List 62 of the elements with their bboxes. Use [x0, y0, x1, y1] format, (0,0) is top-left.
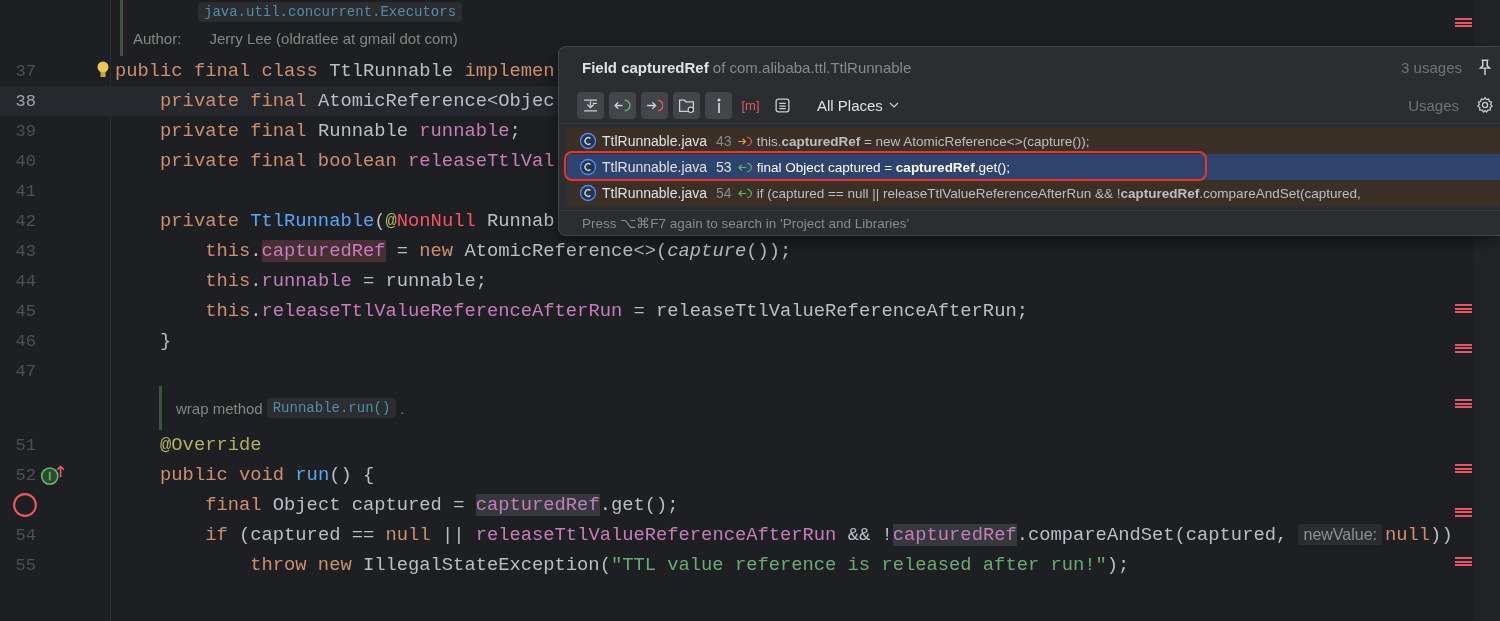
file-name: TtlRunnable.java — [602, 133, 708, 149]
settings-icon[interactable] — [1476, 96, 1494, 114]
code-line: private TtlRunnable(@NonNull Runnab — [159, 210, 555, 232]
code-line: private final Runnable runnable; — [159, 120, 521, 142]
popup-title: Field capturedRef of com.alibaba.ttl.TtlRunnable — [582, 58, 912, 76]
error-stripe-mark[interactable] — [1455, 344, 1472, 353]
error-stripe-mark[interactable] — [1455, 557, 1472, 566]
error-stripe-mark[interactable] — [1455, 18, 1472, 27]
code-line: public final class TtlRunnable implemen — [115, 60, 555, 82]
folder-filter-button[interactable] — [673, 91, 700, 119]
usage-row[interactable]: TtlRunnable.java 53 final Object captured = capturedRef.get(); — [567, 154, 1500, 180]
search-hint: Press ⌥⌘F7 again to search in 'Project and Libraries' — [582, 215, 910, 231]
code-line: } — [159, 330, 172, 352]
scope-dropdown[interactable]: All Places — [813, 93, 903, 117]
code-line: this.runnable = runnable; — [204, 270, 487, 292]
info-filter-button[interactable] — [705, 91, 732, 119]
error-stripe-mark[interactable] — [1455, 508, 1472, 517]
error-stripe-mark[interactable] — [1455, 399, 1472, 408]
method-filter-button[interactable]: [m] — [737, 91, 764, 119]
line-number: 43 — [716, 133, 732, 149]
code-line: private final boolean releaseTtlVal — [159, 150, 555, 172]
usage-code: this.capturedRef = new AtomicReference<>(capture()); — [756, 133, 1090, 149]
class-icon — [579, 184, 597, 202]
file-name: TtlRunnable.java — [602, 159, 708, 175]
code-line: final Object captured = capturedRef.get(); — [204, 494, 679, 516]
error-stripe-mark[interactable] — [1455, 464, 1472, 473]
usage-code: final Object captured = capturedRef.get(); — [756, 159, 1010, 175]
code-chip: Runnable.run() — [266, 398, 397, 418]
breakpoint-icon[interactable] — [12, 492, 38, 518]
doc-text: wrap method — [176, 399, 263, 417]
list-icon — [774, 96, 791, 114]
pin-icon[interactable] — [1476, 58, 1494, 76]
code-line: this.capturedRef = new AtomicReference<>(capture()); — [204, 240, 792, 262]
usage-row[interactable]: TtlRunnable.java 54 if (captured == null || releaseTtlValueReferenceAfterRun && !capturedRef.compareAndSet(captured, — [567, 180, 1500, 206]
line-number: 54 — [716, 185, 732, 201]
code-line: @Override — [159, 434, 262, 456]
class-icon — [579, 132, 597, 150]
doc-label: Author: — [133, 30, 182, 47]
doc-text: . — [400, 399, 405, 417]
chevron-down-icon — [888, 102, 899, 108]
implements-icon[interactable] — [40, 464, 66, 486]
code-line: throw new IllegalStateException("TTL value reference is released after run!"); — [249, 554, 1130, 576]
usage-code: if (captured == null || releaseTtlValueReferenceAfterRun && !capturedRef.compareAndSet(captured, — [756, 185, 1361, 201]
read-filter-button[interactable] — [609, 91, 636, 119]
class-icon — [579, 158, 597, 176]
code-chip: java.util.concurrent.Executors — [198, 2, 463, 22]
file-name: TtlRunnable.java — [602, 185, 708, 201]
doc-text: Jerry Lee (oldratlee at gmail dot com) — [209, 30, 458, 47]
merge-filter-button[interactable] — [577, 91, 604, 119]
line-number: 53 — [716, 159, 732, 175]
group-label: Usages — [1408, 96, 1459, 114]
line-number: 38 — [14, 91, 36, 111]
code-line: private final AtomicReference<Objec — [159, 90, 555, 112]
code-line: this.releaseTtlValueReferenceAfterRun = releaseTtlValueReferenceAfterRun; — [204, 300, 1028, 322]
light-bulb-icon[interactable] — [97, 61, 109, 79]
usage-row[interactable]: TtlRunnable.java 43 this.capturedRef = new AtomicReference<>(capture()); — [567, 128, 1500, 154]
info-icon — [716, 97, 721, 113]
error-stripe-mark[interactable] — [1455, 304, 1472, 313]
code-line: if (captured == null || releaseTtlValueReferenceAfterRun && !capturedRef.compareAndSet(captured, newValue: null)) — [204, 524, 1453, 546]
write-filter-button[interactable] — [641, 91, 668, 119]
usage-count: 3 usages — [1401, 58, 1462, 76]
code-line: public void run() { — [159, 464, 375, 486]
